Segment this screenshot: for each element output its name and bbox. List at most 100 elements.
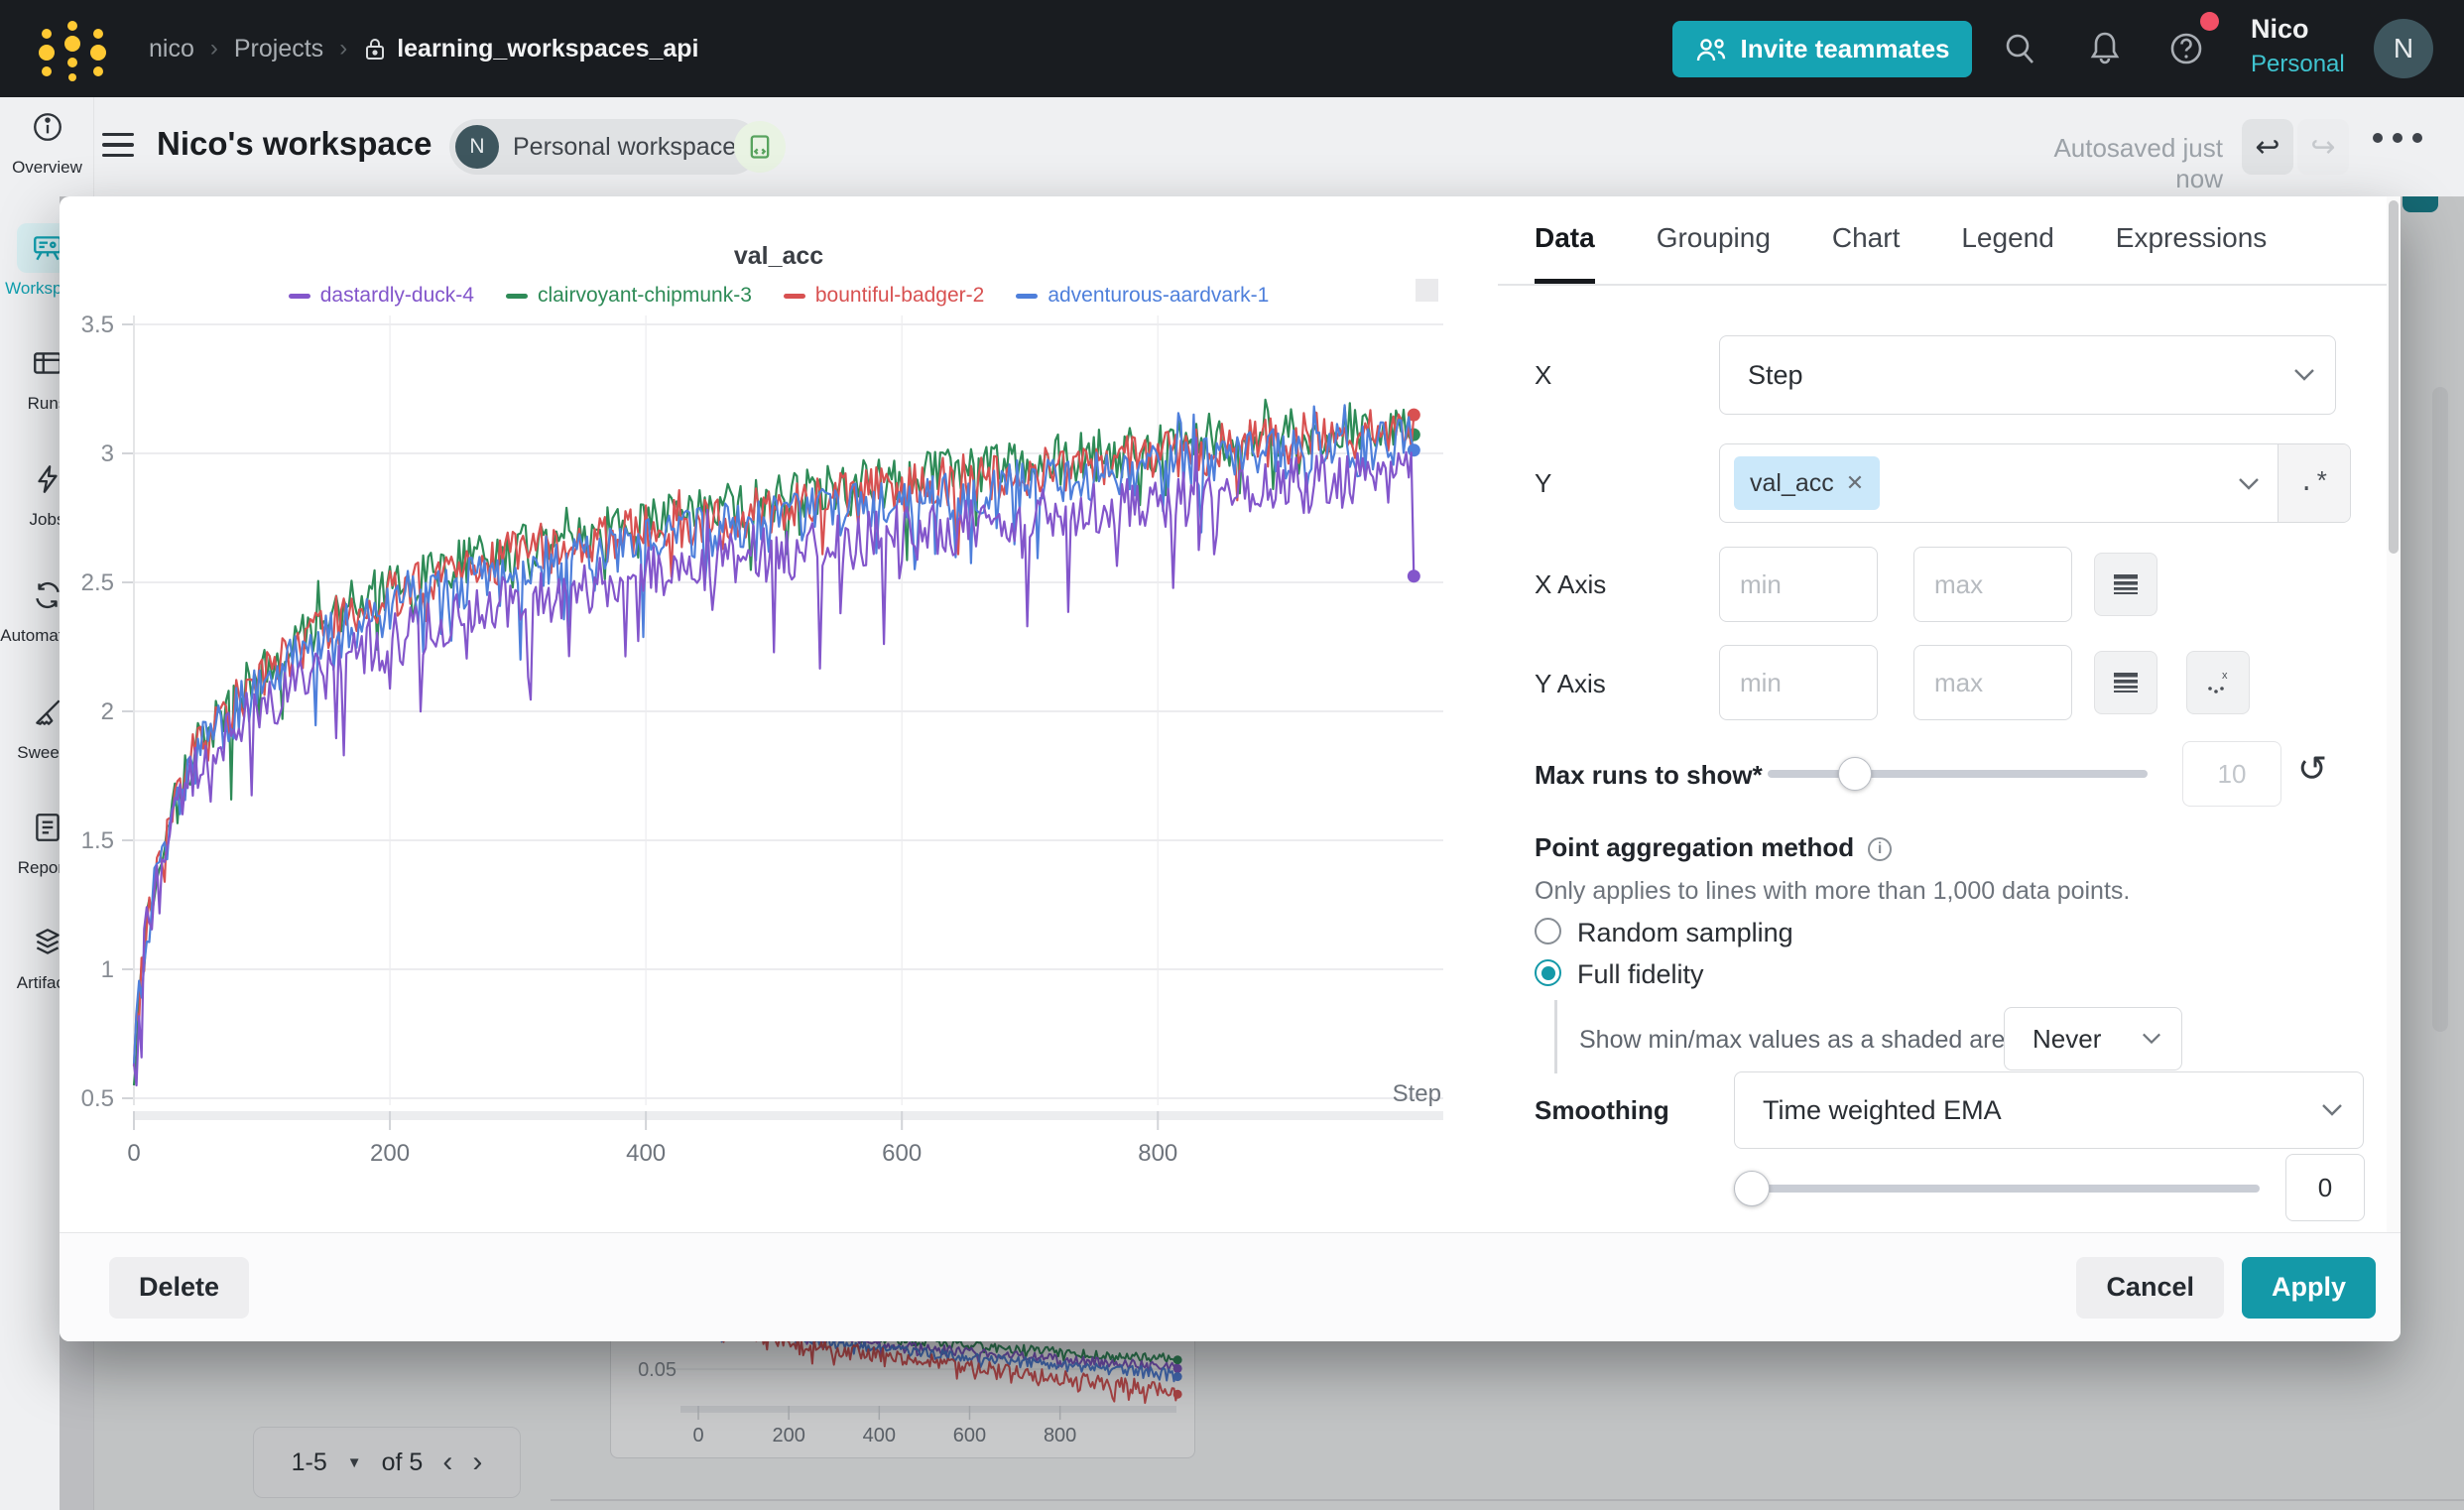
x-axis-max-input[interactable] bbox=[1913, 547, 2072, 622]
legend-item[interactable]: bountiful-badger-2 bbox=[784, 284, 984, 308]
cancel-button[interactable]: Cancel bbox=[2076, 1257, 2224, 1319]
edit-panel-modal: 0.511.522.533.50200400600800Step val_acc… bbox=[60, 196, 2401, 1341]
search-icon[interactable] bbox=[2002, 30, 2039, 67]
y-axis-min-input[interactable] bbox=[1719, 645, 1878, 720]
breadcrumb-project[interactable]: learning_workspaces_api bbox=[363, 35, 698, 63]
help-icon[interactable] bbox=[2167, 30, 2205, 67]
x-select[interactable]: Step bbox=[1719, 335, 2336, 415]
svg-text:1: 1 bbox=[101, 956, 114, 983]
breadcrumb-separator: › bbox=[210, 35, 218, 63]
y-field-label: Y bbox=[1535, 468, 1551, 499]
svg-text:3.5: 3.5 bbox=[81, 312, 114, 338]
sidebar-item-overview[interactable]: Overview bbox=[0, 102, 94, 178]
workspace-overflow-menu-icon[interactable] bbox=[2373, 133, 2422, 143]
breadcrumb-projects[interactable]: Projects bbox=[234, 35, 323, 63]
sub-option-indent bbox=[1554, 1000, 1557, 1073]
redo-icon: ↪ bbox=[2310, 130, 2335, 165]
app-root: 0.050200400600800 1-5 ▼ of 5 ‹ › Overvie… bbox=[0, 0, 2464, 1510]
chevron-down-icon bbox=[2321, 1103, 2343, 1117]
legend-item[interactable]: clairvoyant-chipmunk-3 bbox=[506, 284, 752, 308]
user-scope: Personal bbox=[2251, 51, 2360, 78]
breadcrumb: nico › Projects › learning_workspaces_ap… bbox=[149, 0, 699, 97]
x-field-label: X bbox=[1535, 360, 1551, 391]
x-axis-label: X Axis bbox=[1535, 569, 1606, 600]
lock-icon bbox=[363, 36, 387, 62]
svg-text:x: x bbox=[2222, 670, 2228, 682]
legend-item[interactable]: dastardly-duck-4 bbox=[289, 284, 474, 308]
legend-swatch bbox=[506, 294, 528, 299]
y-axis-outliers-button[interactable]: x bbox=[2186, 651, 2250, 714]
smoothing-slider[interactable] bbox=[1734, 1185, 2260, 1193]
tab-grouping[interactable]: Grouping bbox=[1657, 196, 1771, 284]
user-info[interactable]: Nico Personal bbox=[2251, 14, 2360, 78]
breadcrumb-separator: › bbox=[339, 35, 347, 63]
legend-swatch bbox=[1016, 294, 1038, 299]
max-runs-value-input[interactable] bbox=[2182, 741, 2281, 807]
shaded-area-select[interactable]: Never bbox=[2004, 1007, 2182, 1070]
invite-people-icon bbox=[1695, 36, 1727, 63]
max-runs-slider-thumb[interactable] bbox=[1838, 757, 1872, 791]
legend-swatch bbox=[784, 294, 805, 299]
invite-teammates-button[interactable]: Invite teammates bbox=[1672, 21, 1972, 77]
wandb-logo[interactable] bbox=[33, 16, 112, 85]
workspace-title: Nico's workspace bbox=[157, 125, 431, 163]
chart-legend: dastardly-duck-4 clairvoyant-chipmunk-3 bo… bbox=[60, 284, 1498, 308]
info-icon[interactable]: i bbox=[1868, 837, 1892, 861]
point-aggregation-note: Only applies to lines with more than 1,0… bbox=[1535, 877, 2130, 906]
delete-button[interactable]: Delete bbox=[109, 1257, 249, 1319]
chevron-down-icon bbox=[2238, 477, 2260, 491]
chevron-down-icon bbox=[2142, 1033, 2161, 1046]
smoothing-select[interactable]: Time weighted EMA bbox=[1734, 1071, 2364, 1149]
user-avatar[interactable]: N bbox=[2374, 19, 2433, 78]
workspace-badge[interactable]: N Personal workspace bbox=[449, 119, 760, 175]
breadcrumb-team[interactable]: nico bbox=[149, 35, 194, 63]
tab-chart[interactable]: Chart bbox=[1832, 196, 1900, 284]
max-runs-slider[interactable] bbox=[1768, 770, 2148, 778]
y-metric-chip[interactable]: val_acc ✕ bbox=[1734, 456, 1880, 510]
apply-button[interactable]: Apply bbox=[2242, 1257, 2376, 1319]
undo-button[interactable]: ↩ bbox=[2242, 119, 2293, 175]
smoothing-value-input[interactable] bbox=[2285, 1154, 2365, 1221]
regex-toggle-button[interactable]: .* bbox=[2278, 444, 2350, 522]
point-aggregation-title: Point aggregation methodi bbox=[1535, 832, 1892, 863]
y-axis-label: Y Axis bbox=[1535, 669, 1606, 699]
x-axis-log-scale-button[interactable] bbox=[2094, 553, 2157, 616]
random-sampling-radio[interactable] bbox=[1535, 918, 1561, 944]
scatter-outliers-icon: x bbox=[2203, 669, 2233, 696]
legend-label: adventurous-aardvark-1 bbox=[1047, 284, 1269, 308]
notification-badge bbox=[2200, 12, 2219, 31]
chart-preview-section: 0.511.522.533.50200400600800Step val_acc… bbox=[60, 196, 1498, 1232]
chart-corner-control[interactable] bbox=[1416, 279, 1438, 302]
y-axis-log-scale-button[interactable] bbox=[2094, 651, 2157, 714]
tab-expressions[interactable]: Expressions bbox=[2116, 196, 2268, 284]
redo-button[interactable]: ↪ bbox=[2297, 119, 2349, 175]
reset-max-runs-icon[interactable]: ↺ bbox=[2297, 748, 2327, 790]
shaded-area-label: Show min/max values as a shaded area bbox=[1579, 1026, 2019, 1055]
max-runs-label: Max runs to show* bbox=[1535, 760, 1763, 791]
x-axis-min-input[interactable] bbox=[1719, 547, 1878, 622]
smoothing-label: Smoothing bbox=[1535, 1095, 1669, 1126]
svg-text:2.5: 2.5 bbox=[81, 569, 114, 596]
top-navigation-bar: nico › Projects › learning_workspaces_ap… bbox=[0, 0, 2464, 97]
val-acc-chart[interactable]: 0.511.522.533.50200400600800Step bbox=[60, 196, 1498, 1232]
random-sampling-label: Random sampling bbox=[1577, 918, 1793, 948]
y-axis-max-input[interactable] bbox=[1913, 645, 2072, 720]
smoothing-slider-thumb[interactable] bbox=[1734, 1171, 1770, 1206]
svg-text:0.5: 0.5 bbox=[81, 1085, 114, 1112]
tab-legend[interactable]: Legend bbox=[1961, 196, 2053, 284]
full-fidelity-radio[interactable] bbox=[1535, 959, 1561, 986]
chart-title: val_acc bbox=[60, 242, 1498, 271]
svg-text:1.5: 1.5 bbox=[81, 827, 114, 854]
remove-metric-icon[interactable]: ✕ bbox=[1846, 470, 1864, 496]
panel-scrollbar-thumb[interactable] bbox=[2389, 200, 2399, 554]
panels-menu-icon[interactable] bbox=[102, 133, 134, 159]
tab-data[interactable]: Data bbox=[1535, 196, 1595, 284]
create-report-icon[interactable] bbox=[734, 121, 786, 173]
legend-item[interactable]: adventurous-aardvark-1 bbox=[1016, 284, 1269, 308]
svg-text:Step: Step bbox=[1393, 1080, 1441, 1107]
svg-text:200: 200 bbox=[370, 1140, 410, 1167]
y-select[interactable]: val_acc ✕ bbox=[1720, 444, 2278, 522]
notifications-bell-icon[interactable] bbox=[2086, 30, 2124, 67]
svg-text:0: 0 bbox=[127, 1140, 140, 1167]
workspace-header: Nico's workspace N Personal workspace Au… bbox=[94, 97, 2464, 196]
